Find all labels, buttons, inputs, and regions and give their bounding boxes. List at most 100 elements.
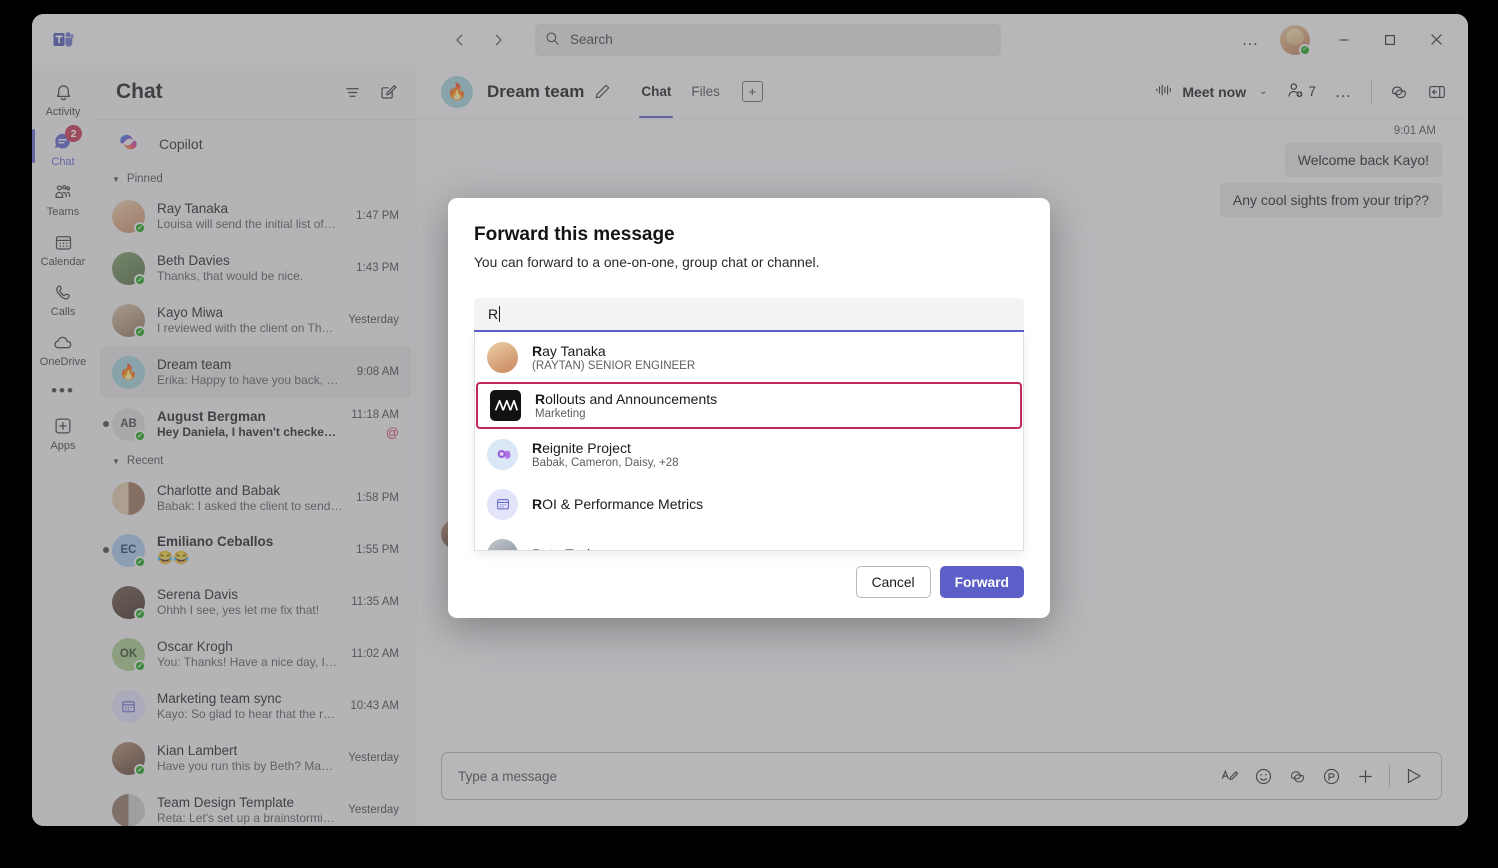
rail-item-apps[interactable]: Apps: [34, 407, 92, 457]
titlebar-right-controls: … ✓: [1230, 22, 1468, 58]
presence-badge: ✓: [134, 764, 146, 776]
chat-item-time: Yesterday: [348, 752, 399, 764]
chat-list-item[interactable]: ✓ Kayo Miwa I reviewed with the client o…: [100, 294, 411, 346]
chat-list-sections: ▼ Pinned ✓ Ray Tanaka Louisa will send t…: [94, 168, 417, 826]
avatar: EC ✓: [112, 534, 145, 567]
chat-list-header: Chat: [94, 65, 417, 120]
recipient-search-input[interactable]: R: [474, 298, 1024, 332]
dialog-subtitle: You can forward to a one-on-one, group c…: [474, 255, 1024, 270]
suggestion-item-highlighted[interactable]: Rollouts and Announcements Marketing: [476, 382, 1022, 429]
suggestion-item[interactable]: Reignite Project Babak, Cameron, Daisy, …: [475, 429, 1023, 479]
avatar-group: [112, 794, 145, 827]
chat-list-item[interactable]: Marketing team sync Kayo: So glad to hea…: [100, 680, 411, 732]
pencil-icon[interactable]: [594, 83, 611, 100]
chat-list-item[interactable]: Charlotte and Babak Babak: I asked the c…: [100, 472, 411, 524]
suggestion-item[interactable]: Reta Taylor: [475, 529, 1023, 551]
chat-list-item[interactable]: AB ✓ August Bergman Hey Daniela, I haven…: [100, 398, 411, 450]
chat-item-preview: You: Thanks! Have a nice day, I…: [157, 655, 339, 669]
chat-item-name: Kian Lambert: [157, 743, 336, 758]
dialog-actions: Cancel Forward: [474, 566, 1024, 598]
suggestion-name: Rollouts and Announcements: [535, 391, 717, 407]
close-button[interactable]: [1414, 22, 1458, 58]
chat-list-item[interactable]: OK ✓ Oscar Krogh You: Thanks! Have a nic…: [100, 628, 411, 680]
section-header-pinned[interactable]: ▼ Pinned: [94, 168, 417, 190]
send-icon[interactable]: [1399, 761, 1429, 791]
chat-item-preview: Thanks, that would be nice.: [157, 269, 344, 283]
suggestion-subtitle: Marketing: [535, 408, 717, 420]
chat-list-title: Chat: [116, 80, 163, 104]
minimize-button[interactable]: [1322, 22, 1366, 58]
chat-item-preview: Hey Daniela, I haven't checked…: [157, 425, 339, 439]
tab-chat[interactable]: Chat: [633, 65, 679, 118]
user-avatar[interactable]: ✓: [1280, 25, 1310, 55]
forward-button[interactable]: Forward: [940, 566, 1024, 598]
participant-count: 7: [1308, 84, 1316, 99]
chat-item-name: Charlotte and Babak: [157, 483, 344, 498]
suggestion-subtitle: Babak, Cameron, Daisy, +28: [532, 457, 679, 469]
message-bubble: Welcome back Kayo!: [1285, 143, 1442, 177]
rail-overflow-icon[interactable]: •••: [51, 381, 75, 401]
name-rest: ollouts and Announcements: [545, 391, 717, 407]
back-button[interactable]: [445, 25, 475, 55]
conversation-more-icon[interactable]: …: [1327, 76, 1361, 108]
chat-list-item[interactable]: ✓ Serena Davis Ohhh I see, yes let me fi…: [100, 576, 411, 628]
chat-item-preview: Erika: Happy to have you back, h…: [157, 373, 345, 387]
rail-item-teams[interactable]: Teams: [34, 173, 92, 223]
phone-icon: [53, 280, 74, 304]
chat-list-item-dream-team[interactable]: 🔥 Dream team Erika: Happy to have you ba…: [100, 346, 411, 398]
meet-now-button[interactable]: Meet now ⌄: [1147, 76, 1275, 108]
header-divider: [1371, 81, 1372, 103]
meeting-icon: [487, 489, 518, 520]
forward-button[interactable]: [483, 25, 513, 55]
search-input[interactable]: Search: [535, 24, 1001, 56]
add-tab-button[interactable]: +: [742, 81, 763, 102]
message-composer[interactable]: Type a message: [441, 752, 1442, 800]
chevron-down-icon[interactable]: ⌄: [1255, 86, 1267, 97]
filter-icon[interactable]: [337, 77, 367, 107]
chat-item-time: 11:02 AM: [351, 648, 399, 660]
message-row: Welcome back Kayo!: [441, 143, 1442, 177]
copilot-icon[interactable]: [1282, 761, 1312, 791]
rail-item-calls[interactable]: Calls: [34, 273, 92, 323]
cancel-button[interactable]: Cancel: [856, 566, 931, 598]
maximize-button[interactable]: [1368, 22, 1412, 58]
chat-list-item[interactable]: ✓ Ray Tanaka Louisa will send the initia…: [100, 190, 411, 242]
avatar: [487, 342, 518, 373]
chat-item-name: August Bergman: [157, 409, 339, 424]
avatar: ✓: [112, 742, 145, 775]
chat-item-time: 11:18 AM: [351, 409, 399, 421]
add-people-button[interactable]: 7: [1279, 76, 1323, 108]
chat-item-preview: Babak: I asked the client to send…: [157, 499, 344, 513]
chat-list-item[interactable]: EC ✓ Emiliano Ceballos 😂😂 1:55 PM: [100, 524, 411, 576]
chat-item-preview: Louisa will send the initial list of…: [157, 217, 344, 231]
chat-list-item[interactable]: ✓ Kian Lambert Have you run this by Beth…: [100, 732, 411, 784]
rail-item-chat[interactable]: 2 Chat: [34, 123, 92, 173]
sticker-icon[interactable]: [1316, 761, 1346, 791]
open-side-panel-icon[interactable]: [1420, 76, 1454, 108]
suggestion-item[interactable]: Ray Tanaka (RAYTAN) SENIOR ENGINEER: [475, 332, 1023, 382]
rail-label-onedrive: OneDrive: [40, 356, 86, 368]
chat-item-time: 1:58 PM: [356, 492, 399, 504]
conversation-avatar: 🔥: [441, 76, 473, 108]
plus-icon[interactable]: [1350, 761, 1380, 791]
chat-list-item[interactable]: ✓ Beth Davies Thanks, that would be nice…: [100, 242, 411, 294]
chat-item-time: 1:47 PM: [356, 210, 399, 222]
suggestion-name: ROI & Performance Metrics: [532, 496, 703, 512]
emoji-icon[interactable]: [1248, 761, 1278, 791]
match-prefix: R: [532, 496, 542, 512]
format-icon[interactable]: [1214, 761, 1244, 791]
section-header-recent[interactable]: ▼ Recent: [94, 450, 417, 472]
rail-item-activity[interactable]: Activity: [34, 73, 92, 123]
rail-item-calendar[interactable]: Calendar: [34, 223, 92, 273]
meet-now-waveform-icon: [1155, 82, 1173, 101]
compose-icon[interactable]: [373, 77, 403, 107]
chat-list-item[interactable]: Team Design Template Reta: Let's set up …: [100, 784, 411, 826]
avatar: AB ✓: [112, 408, 145, 441]
chat-list-copilot-item[interactable]: Copilot: [94, 120, 417, 168]
titlebar-more-icon[interactable]: …: [1230, 22, 1272, 58]
suggestion-item[interactable]: ROI & Performance Metrics: [475, 479, 1023, 529]
tab-files[interactable]: Files: [683, 65, 728, 118]
composer-placeholder: Type a message: [458, 769, 557, 784]
copilot-icon[interactable]: [1382, 76, 1416, 108]
rail-item-onedrive[interactable]: OneDrive: [34, 323, 92, 373]
